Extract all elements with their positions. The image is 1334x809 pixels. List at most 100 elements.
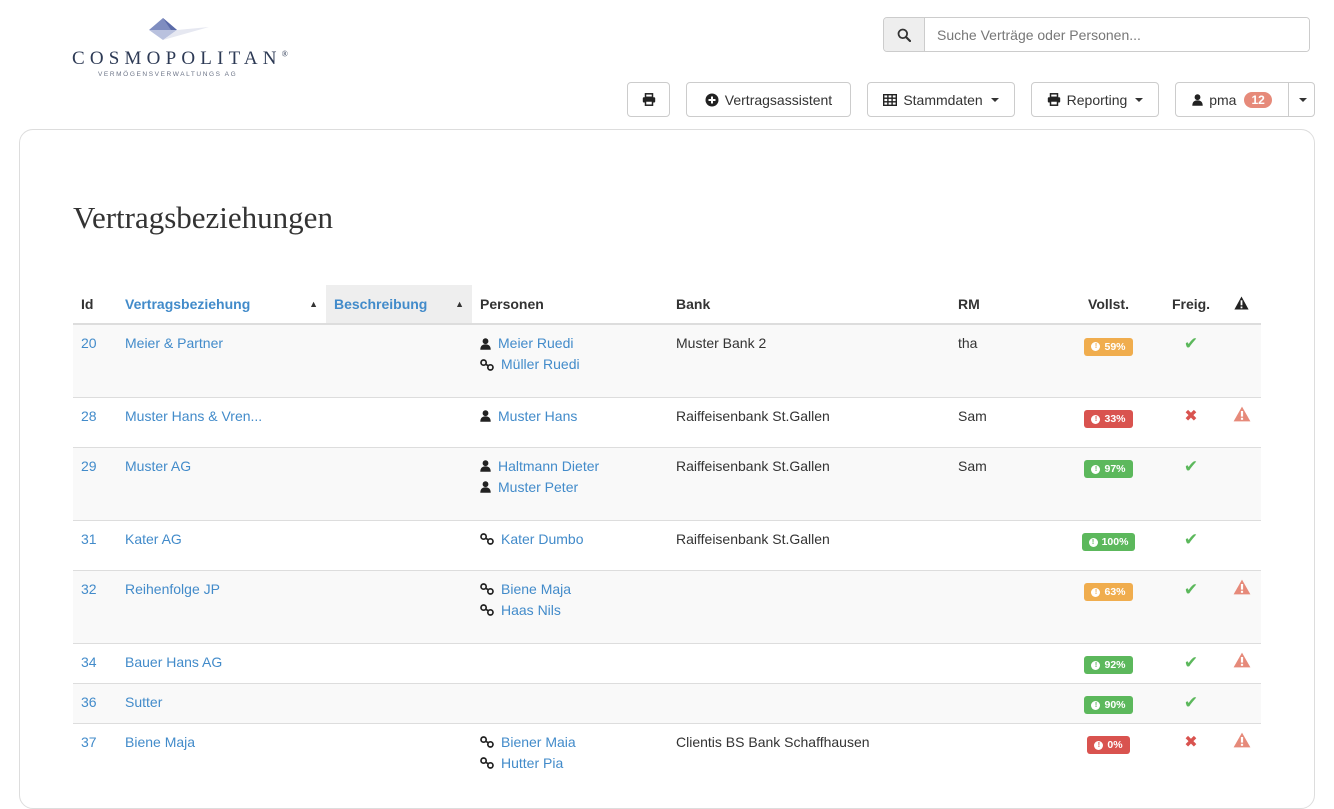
- vertragsassistent-button[interactable]: Vertragsassistent: [686, 82, 851, 117]
- user-menu-toggle[interactable]: [1288, 82, 1315, 117]
- persons-cell: Meier Ruedi Müller Ruedi: [472, 323, 668, 397]
- search-input[interactable]: [925, 18, 1309, 51]
- person-item[interactable]: Haltmann Dieter: [480, 456, 660, 477]
- person-item[interactable]: Kater Dumbo: [480, 529, 660, 550]
- contract-id-link[interactable]: 20: [81, 335, 97, 351]
- col-header-personen[interactable]: Personen: [472, 285, 668, 325]
- table-row[interactable]: 28 Muster Hans & Vren... Muster Hans Raiffe…: [73, 396, 1261, 447]
- contract-name-link[interactable]: Meier & Partner: [125, 335, 223, 351]
- link-icon: [480, 736, 494, 748]
- warning-icon: [1234, 296, 1249, 309]
- user-button[interactable]: pma 12: [1175, 82, 1289, 117]
- rm-cell: [950, 722, 1057, 796]
- release-cell[interactable]: ✔: [1160, 323, 1222, 397]
- print-button[interactable]: [627, 82, 670, 117]
- person-link[interactable]: Haltmann Dieter: [498, 456, 599, 477]
- contract-name-link[interactable]: Kater AG: [125, 531, 182, 547]
- person-item[interactable]: Haas Nils: [480, 600, 660, 621]
- alert-triangle-icon[interactable]: [1233, 732, 1251, 748]
- contract-id-link[interactable]: 36: [81, 694, 97, 710]
- person-item[interactable]: Muster Peter: [480, 477, 660, 498]
- persons-cell: Muster Hans: [472, 396, 668, 447]
- person-link[interactable]: Biene Maja: [501, 579, 571, 600]
- contract-name-link[interactable]: Muster AG: [125, 458, 191, 474]
- contract-name-link[interactable]: Sutter: [125, 694, 162, 710]
- person-item[interactable]: Hutter Pia: [480, 753, 660, 774]
- reporting-label: Reporting: [1066, 91, 1128, 108]
- release-cell[interactable]: ✔: [1160, 569, 1222, 643]
- completeness-badge: ! 92%: [1084, 656, 1133, 674]
- col-header-vertragsbeziehung[interactable]: Vertragsbeziehung ▲: [117, 285, 326, 325]
- person-item[interactable]: Biene Maja: [480, 579, 660, 600]
- reporting-dropdown[interactable]: Reporting: [1031, 82, 1159, 117]
- contract-id-link[interactable]: 28: [81, 408, 97, 424]
- contract-id-link[interactable]: 31: [81, 531, 97, 547]
- completeness-badge: ! 90%: [1084, 696, 1133, 714]
- contract-id-link[interactable]: 37: [81, 734, 97, 750]
- contract-name-link[interactable]: Biene Maja: [125, 734, 195, 750]
- table-row[interactable]: 37 Biene Maja Biener Maia Hutter Pia Clienti…: [73, 722, 1261, 796]
- search-icon[interactable]: [884, 18, 925, 51]
- col-header-beschreibung[interactable]: Beschreibung ▲: [326, 285, 472, 325]
- table-row[interactable]: 31 Kater AG Kater Dumbo Raiffeisenbank St.G…: [73, 519, 1261, 570]
- company-logo[interactable]: COSMOPOLITAN® VERMÖGENSVERWALTUNGS AG: [70, 16, 300, 78]
- contract-name-link[interactable]: Reihenfolge JP: [125, 581, 220, 597]
- alert-triangle-icon[interactable]: [1233, 652, 1251, 668]
- table-row[interactable]: 36 Sutter ! 90% ✔: [73, 682, 1261, 723]
- table-row[interactable]: 29 Muster AG Haltmann Dieter Muster Peter Ra…: [73, 446, 1261, 520]
- release-cell[interactable]: ✔: [1160, 682, 1222, 723]
- persons-cell: Biene Maja Haas Nils: [472, 569, 668, 643]
- release-cell[interactable]: ✔: [1160, 446, 1222, 520]
- description-cell: [326, 396, 472, 447]
- info-icon: !: [1091, 414, 1101, 424]
- description-cell: [326, 642, 472, 683]
- person-link[interactable]: Kater Dumbo: [501, 529, 583, 550]
- page-title: Vertragsbeziehungen: [73, 200, 333, 235]
- table-row[interactable]: 20 Meier & Partner Meier Ruedi Müller Ruedi…: [73, 323, 1261, 397]
- rm-cell: [950, 519, 1057, 570]
- contract-id-link[interactable]: 32: [81, 581, 97, 597]
- persons-cell: [472, 642, 668, 683]
- release-cell[interactable]: ✖: [1160, 396, 1222, 447]
- bank-cell: Muster Bank 2: [668, 323, 950, 397]
- col-header-id[interactable]: Id: [73, 285, 117, 325]
- person-link[interactable]: Muster Peter: [498, 477, 578, 498]
- table-row[interactable]: 32 Reihenfolge JP Biene Maja Haas Nils! 63% ✔: [73, 569, 1261, 643]
- person-link[interactable]: Biener Maia: [501, 732, 576, 753]
- person-link[interactable]: Haas Nils: [501, 600, 561, 621]
- col-header-bank[interactable]: Bank: [668, 285, 950, 325]
- person-item[interactable]: Meier Ruedi: [480, 333, 660, 354]
- col-header-freig[interactable]: Freig.: [1160, 285, 1222, 325]
- completeness-badge: ! 59%: [1084, 337, 1133, 356]
- col-header-vollst[interactable]: Vollst.: [1057, 285, 1160, 325]
- logo-subtitle: VERMÖGENSVERWALTUNGS AG: [98, 71, 238, 78]
- person-item[interactable]: Müller Ruedi: [480, 354, 660, 375]
- contract-id-link[interactable]: 29: [81, 458, 97, 474]
- alert-cell: [1222, 446, 1261, 520]
- table-row[interactable]: 34 Bauer Hans AG ! 92% ✔: [73, 642, 1261, 683]
- release-cell[interactable]: ✔: [1160, 642, 1222, 683]
- person-link[interactable]: Meier Ruedi: [498, 333, 573, 354]
- alert-triangle-icon[interactable]: [1233, 579, 1251, 595]
- rm-cell: [950, 569, 1057, 643]
- release-cell[interactable]: ✖: [1160, 722, 1222, 796]
- release-cell[interactable]: ✔: [1160, 519, 1222, 570]
- person-link[interactable]: Hutter Pia: [501, 753, 563, 774]
- alert-triangle-icon[interactable]: [1233, 406, 1251, 422]
- stammdaten-dropdown[interactable]: Stammdaten: [867, 82, 1015, 117]
- print-icon: [642, 93, 655, 106]
- user-name: pma: [1209, 91, 1237, 108]
- contract-name-link[interactable]: Bauer Hans AG: [125, 654, 222, 670]
- plus-circle-icon: [705, 93, 719, 106]
- person-link[interactable]: Müller Ruedi: [501, 354, 580, 375]
- col-header-rm[interactable]: RM: [950, 285, 1057, 325]
- person-link[interactable]: Muster Hans: [498, 406, 577, 427]
- link-icon: [480, 358, 494, 371]
- contract-name-link[interactable]: Muster Hans & Vren...: [125, 408, 262, 424]
- contracts-table: Id Vertragsbeziehung ▲ Beschreibung ▲ Pers…: [73, 285, 1261, 796]
- person-item[interactable]: Biener Maia: [480, 732, 660, 753]
- completeness-badge: ! 0%: [1087, 736, 1130, 754]
- contract-id-link[interactable]: 34: [81, 654, 97, 670]
- person-item[interactable]: Muster Hans: [480, 406, 660, 427]
- col-header-alert[interactable]: [1222, 285, 1261, 325]
